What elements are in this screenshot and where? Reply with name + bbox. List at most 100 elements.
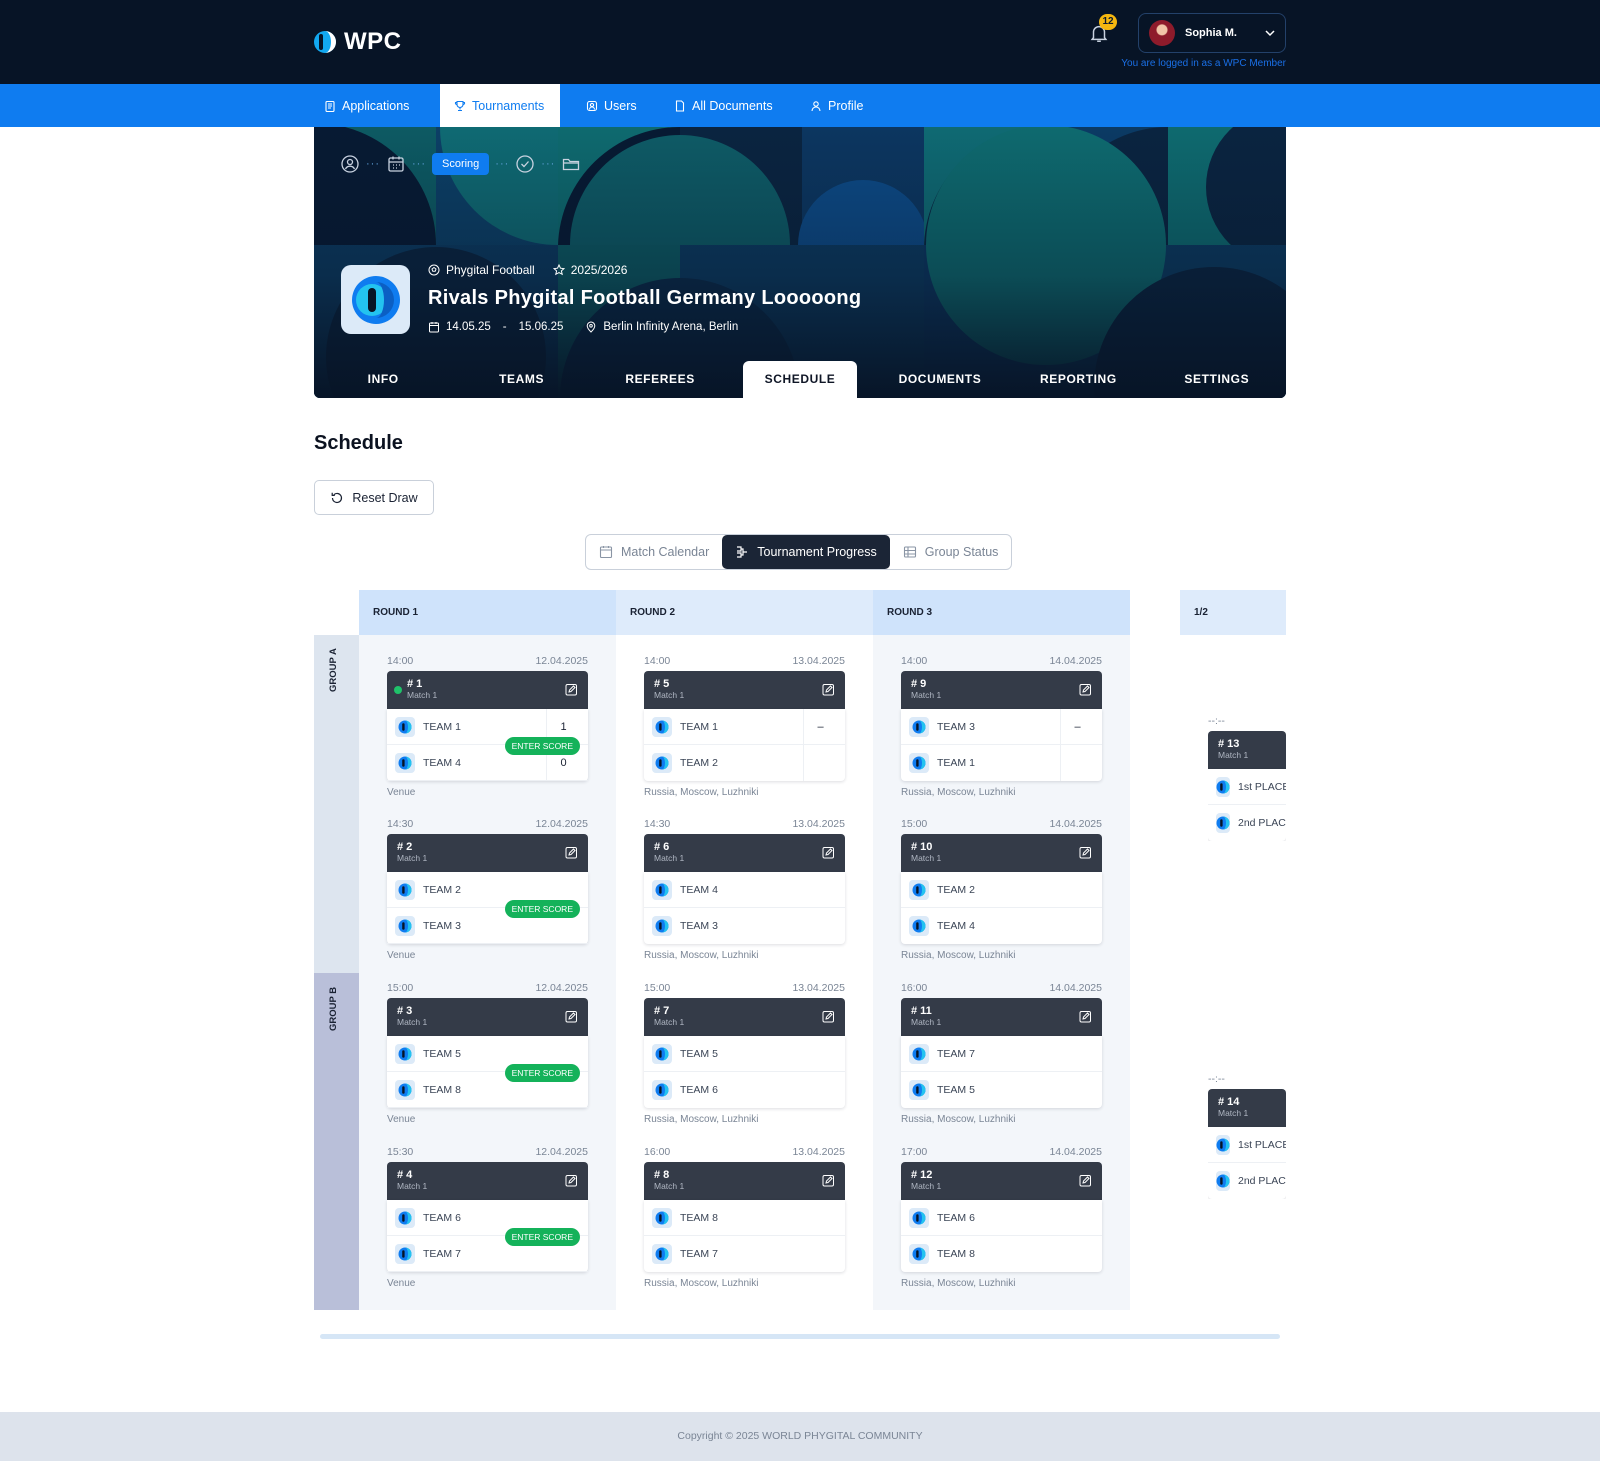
match-body: TEAM 8 TEAM 7 [644, 1200, 845, 1272]
tab-documents[interactable]: DOCUMENTS [871, 361, 1009, 398]
team-row[interactable]: TEAM 7 [644, 1236, 845, 1272]
edit-icon[interactable] [1079, 1174, 1092, 1187]
team-row[interactable]: TEAM 5 [901, 1072, 1102, 1108]
edit-icon[interactable] [565, 846, 578, 859]
team-row[interactable]: 2nd PLACE [1208, 805, 1286, 841]
match-time: 17:00 [901, 1146, 928, 1158]
user-menu-button[interactable]: Sophia M. [1138, 13, 1286, 53]
team-score [803, 745, 837, 781]
match-date: 12.04.2025 [535, 1146, 588, 1158]
match-header[interactable]: # 12 Match 1 [901, 1162, 1102, 1200]
match-body: 1st PLACE 2nd PLACE [1208, 1127, 1286, 1199]
team-logo-icon [398, 720, 412, 733]
team-name: TEAM 6 [423, 1211, 461, 1224]
wpc-logo[interactable]: WPC [313, 28, 402, 56]
match-header[interactable]: # 10 Match 1 [901, 834, 1102, 872]
user-circle-icon[interactable] [340, 154, 360, 174]
team-row[interactable]: TEAM 2 [901, 872, 1102, 908]
match-header[interactable]: # 3 Match 1 [387, 998, 588, 1036]
match-venue: Russia, Moscow, Luzhniki [644, 787, 759, 798]
match-venue: Russia, Moscow, Luzhniki [644, 1114, 759, 1125]
nav-item-tournaments[interactable]: Tournaments [440, 84, 560, 127]
team-logo [909, 1244, 929, 1264]
team-row[interactable]: TEAM 1 – [644, 708, 845, 745]
tab-schedule[interactable]: SCHEDULE [743, 361, 857, 398]
edit-icon[interactable] [822, 683, 835, 696]
team-name: 1st PLACE [1238, 1138, 1286, 1151]
tournament-hero: ··· ··· Scoring ··· ··· Phygital Footbal… [314, 127, 1286, 398]
team-row[interactable]: TEAM 1 [901, 745, 1102, 781]
edit-icon[interactable] [1079, 683, 1092, 696]
team-row[interactable]: TEAM 8 [901, 1236, 1102, 1272]
team-row[interactable]: TEAM 6 [644, 1072, 845, 1108]
team-row[interactable]: 1st PLACE [1208, 769, 1286, 805]
enter-score-button[interactable]: ENTER SCORE [504, 737, 580, 755]
match-header[interactable]: # 1 Match 1 [387, 671, 588, 709]
sport-tag: Phygital Football [428, 263, 535, 277]
view-match-calendar[interactable]: Match Calendar [586, 535, 722, 569]
step-scoring-pill[interactable]: Scoring [432, 153, 490, 175]
tab-settings[interactable]: SETTINGS [1148, 361, 1286, 398]
reset-draw-button[interactable]: Reset Draw [314, 480, 434, 515]
nav-item-profile[interactable]: Profile [796, 84, 877, 127]
tab-info[interactable]: INFO [314, 361, 452, 398]
tab-reporting[interactable]: REPORTING [1009, 361, 1147, 398]
view-group-status[interactable]: Group Status [890, 535, 1012, 569]
team-logo [395, 1079, 415, 1100]
edit-icon[interactable] [822, 846, 835, 859]
check-circle-icon[interactable] [515, 154, 535, 174]
team-row[interactable]: TEAM 4 [901, 908, 1102, 944]
match-header[interactable]: # 11 Match 1 [901, 998, 1102, 1036]
match-header[interactable]: # 6 Match 1 [644, 834, 845, 872]
match-header[interactable]: # 13 Match 1 [1208, 731, 1286, 769]
folder-icon[interactable] [561, 154, 581, 174]
enter-score-button[interactable]: ENTER SCORE [504, 900, 580, 918]
team-logo-icon [912, 919, 926, 933]
enter-score-button[interactable]: ENTER SCORE [504, 1064, 580, 1082]
team-row[interactable]: 2nd PLACE [1208, 1163, 1286, 1199]
match-header[interactable]: # 14 Match 1 [1208, 1089, 1286, 1127]
nav-item-users[interactable]: Users [572, 84, 651, 127]
match-card: 14:30 12.04.2025 # 2 Match 1 TEAM 2 TEAM 3 ENT… [387, 818, 588, 961]
team-name: 1st PLACE [1238, 780, 1286, 793]
match-card: 16:00 13.04.2025 # 8 Match 1 TEAM 8 TEAM 7 Rus… [644, 1146, 845, 1289]
edit-icon[interactable] [565, 683, 578, 696]
team-row[interactable]: TEAM 3 [644, 908, 845, 944]
team-row[interactable]: TEAM 2 [644, 745, 845, 781]
match-body: TEAM 5 TEAM 8 ENTER SCORE [387, 1036, 588, 1108]
edit-icon[interactable] [822, 1174, 835, 1187]
team-name: TEAM 2 [680, 757, 718, 769]
team-row[interactable]: 1st PLACE [1208, 1127, 1286, 1163]
team-row[interactable]: TEAM 5 [644, 1036, 845, 1072]
horizontal-scrollbar[interactable] [320, 1334, 1280, 1339]
calendar-icon[interactable] [386, 154, 406, 174]
view-tournament-progress[interactable]: Tournament Progress [722, 535, 890, 569]
copyright: Copyright © 2025 WORLD PHYGITAL COMMUNIT… [677, 1430, 923, 1442]
nav-item-applications[interactable]: Applications [310, 84, 423, 127]
edit-icon[interactable] [565, 1174, 578, 1187]
team-row[interactable]: TEAM 6 [901, 1200, 1102, 1236]
edit-icon[interactable] [565, 1010, 578, 1023]
match-subtitle: Match 1 [397, 1017, 428, 1027]
enter-score-button[interactable]: ENTER SCORE [504, 1228, 580, 1246]
edit-icon[interactable] [1079, 846, 1092, 859]
match-header[interactable]: # 4 Match 1 [387, 1162, 588, 1200]
match-body: TEAM 2 TEAM 3 ENTER SCORE [387, 872, 588, 944]
team-name: TEAM 7 [937, 1047, 975, 1060]
match-header[interactable]: # 2 Match 1 [387, 834, 588, 872]
tab-referees[interactable]: REFEREES [591, 361, 729, 398]
match-header[interactable]: # 5 Match 1 [644, 671, 845, 709]
edit-icon[interactable] [822, 1010, 835, 1023]
nav-item-all-documents[interactable]: All Documents [660, 84, 787, 127]
team-row[interactable]: TEAM 8 [644, 1200, 845, 1236]
match-header[interactable]: # 7 Match 1 [644, 998, 845, 1036]
edit-icon[interactable] [1079, 1010, 1092, 1023]
match-header[interactable]: # 9 Match 1 [901, 671, 1102, 709]
team-row[interactable]: TEAM 7 [901, 1036, 1102, 1072]
tab-teams[interactable]: TEAMS [452, 361, 590, 398]
team-logo-icon [655, 1247, 669, 1261]
team-row[interactable]: TEAM 3 – [901, 708, 1102, 745]
team-row[interactable]: TEAM 4 [644, 872, 845, 908]
match-header[interactable]: # 8 Match 1 [644, 1162, 845, 1200]
match-number: # 2 [397, 841, 413, 853]
